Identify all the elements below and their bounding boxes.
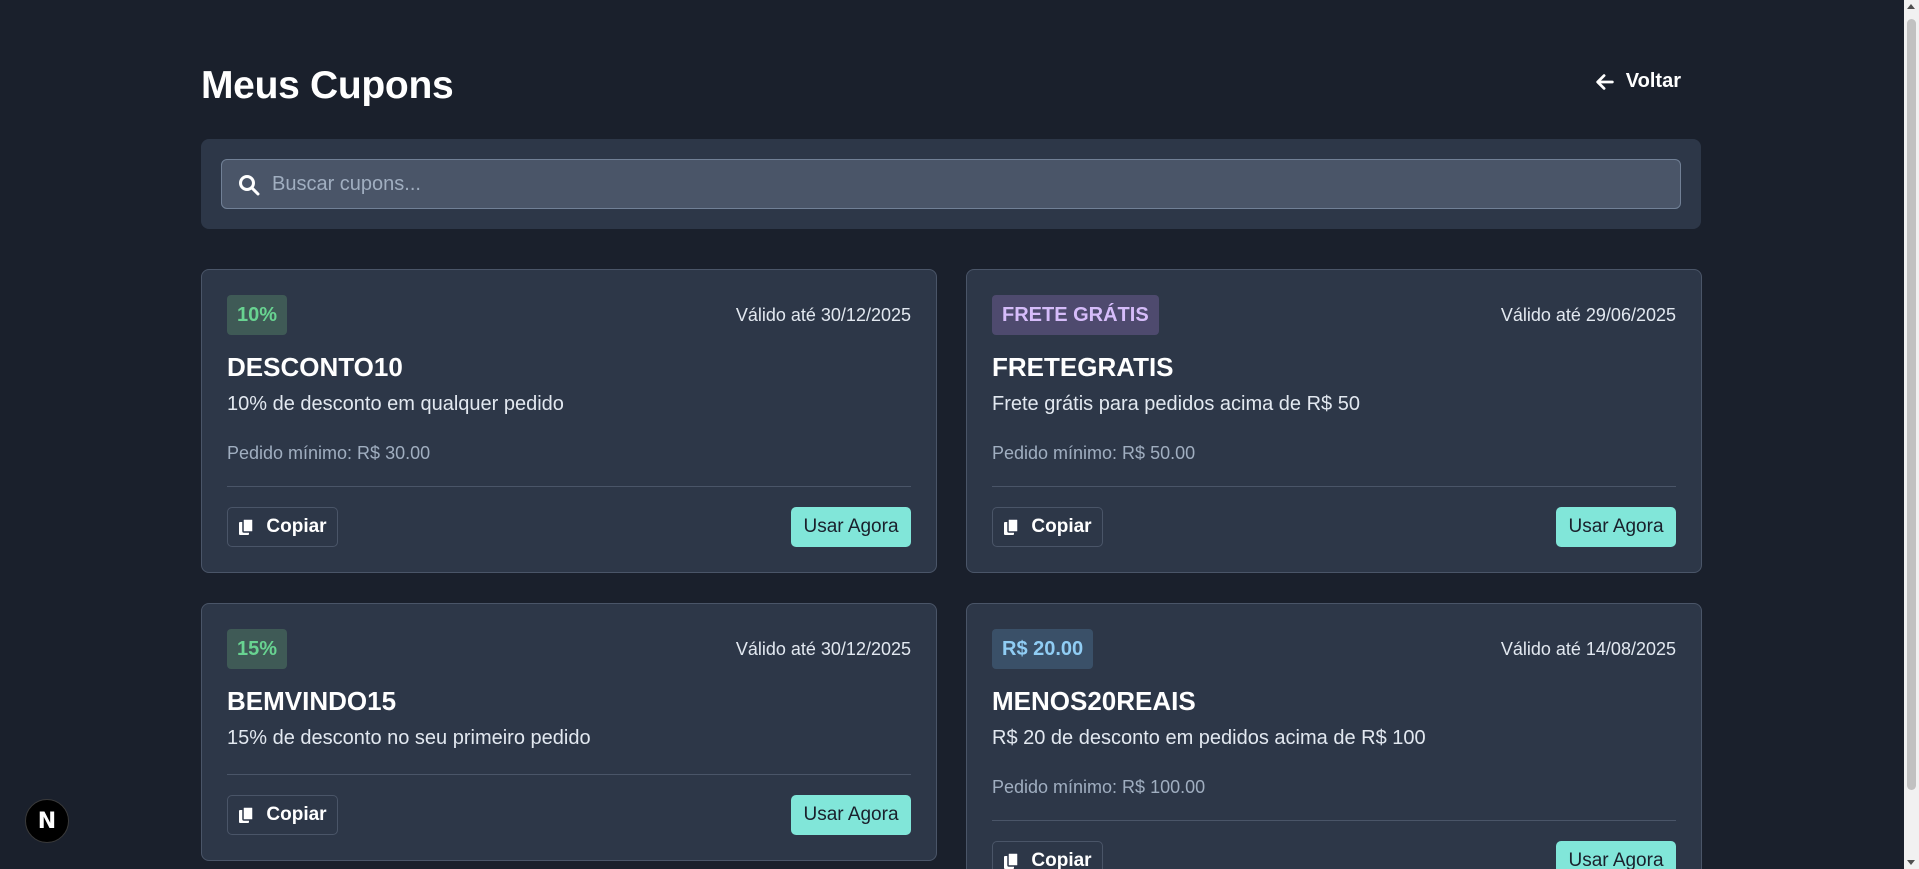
minimum-order: Pedido mínimo: R$ 50.00 — [992, 443, 1196, 463]
copy-button[interactable]: Copiar — [227, 795, 338, 835]
arrow-left-icon — [1596, 73, 1614, 90]
search-box[interactable] — [221, 159, 1681, 209]
back-button[interactable]: Voltar — [1594, 70, 1681, 93]
copy-label: Copiar — [1031, 516, 1092, 537]
divider — [227, 486, 911, 487]
coupon-code: BEMVINDO15 — [227, 686, 397, 716]
divider — [227, 774, 911, 775]
scrollbar[interactable] — [1904, 0, 1919, 869]
coupon-code: FRETEGRATIS — [992, 352, 1174, 382]
minimum-order: Pedido mínimo: R$ 30.00 — [227, 443, 431, 463]
valid-until: Válido até 14/08/2025 — [1500, 639, 1676, 659]
page-title: Meus Cupons — [201, 64, 454, 107]
scrollbar-thumb[interactable] — [1907, 19, 1916, 790]
valid-until: Válido até 29/06/2025 — [1500, 305, 1676, 325]
copy-icon — [1004, 518, 1020, 535]
coupon-description: Frete grátis para pedidos acima de R$ 50 — [992, 393, 1360, 415]
copy-button[interactable]: Copiar — [992, 841, 1103, 869]
header: Meus Cupons Voltar — [201, 62, 1701, 112]
scroll-up-arrow-icon[interactable] — [1907, 4, 1915, 9]
search-panel — [201, 139, 1701, 229]
copy-icon — [239, 518, 255, 535]
coupon-code: DESCONTO10 — [227, 352, 403, 382]
use-now-button[interactable]: Usar Agora — [1556, 507, 1676, 547]
copy-label: Copiar — [266, 516, 327, 537]
coupon-card: R$ 20.00 Válido até 14/08/2025 MENOS20RE… — [966, 603, 1702, 869]
valid-until: Válido até 30/12/2025 — [735, 305, 911, 325]
copy-label: Copiar — [1031, 850, 1092, 869]
page: Meus Cupons Voltar 10% Válido até 30 — [0, 0, 1919, 869]
discount-badge: R$ 20.00 — [992, 629, 1094, 669]
discount-badge: 10% — [227, 295, 288, 335]
coupon-description: 10% de desconto em qualquer pedido — [227, 393, 564, 415]
divider — [992, 820, 1676, 821]
back-label: Voltar — [1625, 70, 1681, 92]
minimum-order: Pedido mínimo: R$ 100.00 — [992, 777, 1206, 797]
coupon-description: R$ 20 de desconto em pedidos acima de R$… — [992, 727, 1426, 749]
copy-icon — [239, 806, 255, 823]
copy-label: Copiar — [266, 804, 327, 825]
copy-button[interactable]: Copiar — [992, 507, 1103, 547]
coupon-code: MENOS20REAIS — [992, 686, 1196, 716]
copy-button[interactable]: Copiar — [227, 507, 338, 547]
scroll-down-arrow-icon[interactable] — [1907, 860, 1915, 865]
use-now-button[interactable]: Usar Agora — [791, 795, 911, 835]
coupon-card: 10% Válido até 30/12/2025 DESCONTO10 10%… — [201, 269, 937, 573]
coupon-card: 15% Válido até 30/12/2025 BEMVINDO15 15%… — [201, 603, 937, 861]
discount-badge: 15% — [227, 629, 288, 669]
dev-tools-badge[interactable]: N — [25, 799, 69, 843]
use-now-button[interactable]: Usar Agora — [791, 507, 911, 547]
discount-badge: FRETE GRÁTIS — [992, 295, 1159, 335]
copy-icon — [1004, 852, 1020, 869]
valid-until: Válido até 30/12/2025 — [735, 639, 911, 659]
coupon-card: FRETE GRÁTIS Válido até 29/06/2025 FRETE… — [966, 269, 1702, 573]
use-now-button[interactable]: Usar Agora — [1556, 841, 1676, 869]
divider — [992, 486, 1676, 487]
coupon-description: 15% de desconto no seu primeiro pedido — [227, 727, 591, 749]
search-input[interactable] — [272, 160, 1672, 208]
search-icon — [239, 175, 260, 196]
